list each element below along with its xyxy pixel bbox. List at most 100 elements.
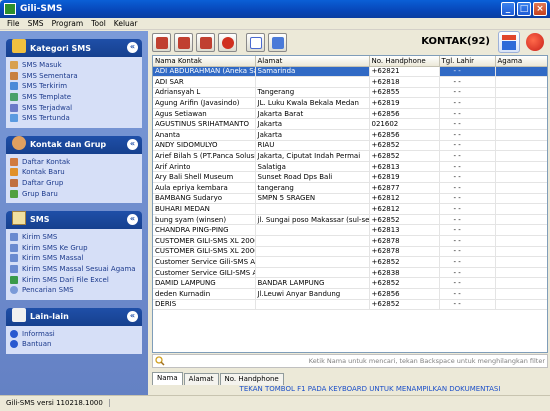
sidebar-item-grup-baru[interactable]: Grup Baru bbox=[10, 188, 138, 199]
sidebar-item-kirim-sms-massal[interactable]: Kirim SMS Massal bbox=[10, 253, 138, 264]
table-row[interactable]: CUSTOMER GILI-SMS XL 2000 +62878- - bbox=[153, 246, 547, 258]
status-icon[interactable] bbox=[526, 33, 544, 51]
cell-handphone: +62813 bbox=[369, 161, 440, 173]
search-icon bbox=[155, 356, 165, 366]
table-row[interactable]: Ary Bali Shell Museum Sunset Road Dps Bal… bbox=[153, 171, 547, 184]
cell-nama: Ary Bali Shell Museum bbox=[153, 171, 256, 184]
sidebar-item-sms-sementara[interactable]: SMS Sementara bbox=[10, 71, 138, 82]
menu-keluar[interactable]: Keluar bbox=[110, 19, 142, 28]
column-header-agama[interactable]: Agama bbox=[495, 56, 547, 67]
cell-agama bbox=[495, 150, 547, 162]
cell-alamat: tangerang bbox=[255, 182, 370, 194]
table-row[interactable]: Customer Service Gili-SMS AS +62852- - bbox=[153, 256, 547, 268]
menu-program[interactable]: Program bbox=[48, 19, 88, 28]
add-contact-button[interactable] bbox=[152, 33, 171, 52]
panel-header[interactable]: Kontak dan Grup « bbox=[6, 135, 142, 154]
cell-alamat: Salatiga bbox=[255, 161, 370, 173]
add-contact-icon bbox=[156, 37, 168, 49]
panel-header[interactable]: Lain-lain « bbox=[6, 307, 142, 326]
sidebar-item-sms-terkirim[interactable]: SMS Terkirim bbox=[10, 81, 138, 92]
cell-alamat: Tangerang bbox=[255, 87, 370, 99]
sidebar-item-sms-tertunda[interactable]: SMS Tertunda bbox=[10, 113, 138, 124]
sidebar-item-sms-terjadwal[interactable]: SMS Terjadwal bbox=[10, 102, 138, 113]
sidebar-item-pencarian-sms[interactable]: Pencarian SMS bbox=[10, 285, 138, 296]
column-header-tgl-lahir[interactable]: Tgl. Lahir bbox=[439, 56, 496, 67]
minimize-button[interactable]: _ bbox=[501, 2, 515, 16]
sidebar-item-kirim-sms-excel[interactable]: Kirim SMS Dari File Excel bbox=[10, 274, 138, 285]
sidebar-item-bantuan[interactable]: Bantuan bbox=[10, 339, 138, 350]
sidebar-item-daftar-grup[interactable]: Daftar Grup bbox=[10, 178, 138, 189]
column-header-alamat[interactable]: Alamat bbox=[255, 56, 370, 67]
column-header-nama[interactable]: Nama Kontak bbox=[153, 56, 256, 67]
tab-handphone[interactable]: No. Handphone bbox=[219, 373, 284, 385]
table-row[interactable]: CHANDRA PING-PING +62813- - bbox=[153, 224, 547, 236]
table-row[interactable]: BAMBANG Sudaryo SMPN 5 SRAGEN +62812- - bbox=[153, 193, 547, 205]
tab-nama[interactable]: Nama bbox=[152, 372, 183, 385]
panel-header[interactable]: SMS « bbox=[6, 210, 142, 229]
collapse-icon[interactable]: « bbox=[127, 138, 138, 150]
new-window-button[interactable] bbox=[246, 33, 265, 52]
sidebar-item-kontak-baru[interactable]: Kontak Baru bbox=[10, 167, 138, 178]
delete-contact-button[interactable] bbox=[196, 33, 215, 52]
cell-tgl-lahir: - - bbox=[439, 108, 496, 120]
maximize-button[interactable]: □ bbox=[517, 2, 531, 16]
sidebar-item-informasi[interactable]: Informasi bbox=[10, 329, 138, 340]
collapse-icon[interactable]: « bbox=[127, 42, 138, 53]
sidebar-item-kirim-sms-ke-grup[interactable]: Kirim SMS Ke Grup bbox=[10, 243, 138, 254]
close-button[interactable]: × bbox=[533, 2, 547, 16]
table-row[interactable]: ANDY SIDOMULYO RIAU +62852- - bbox=[153, 140, 547, 152]
table-row[interactable]: AGUSTINUS SRIHATMANTO Jakarta 021602- - bbox=[153, 118, 547, 131]
column-header-handphone[interactable]: No. Handphone bbox=[369, 56, 440, 67]
collapse-icon[interactable]: « bbox=[127, 213, 138, 225]
cell-nama: BUHARI MEDAN bbox=[153, 203, 256, 215]
sidebar-item-daftar-kontak[interactable]: Daftar Kontak bbox=[10, 157, 138, 168]
menu-sms[interactable]: SMS bbox=[24, 19, 48, 28]
table-row[interactable]: DAMID LAMPUNG BANDAR LAMPUNG +62852- - bbox=[153, 277, 547, 289]
table-row[interactable]: Agus Setiawan Jakarta Barat +62856- - bbox=[153, 108, 547, 120]
table-row[interactable]: Arief Bilah S (PT.Panca Solusi Jakarta, C… bbox=[153, 150, 547, 162]
cell-nama: Customer Service Gili-SMS AS bbox=[153, 256, 256, 268]
toolbar: KONTAK(92) bbox=[150, 31, 550, 55]
cell-tgl-lahir: - - bbox=[439, 171, 496, 184]
table-row[interactable]: BUHARI MEDAN +62812- - bbox=[153, 203, 547, 215]
main-area: KONTAK(92) Nama Kontak Alamat No. Handph… bbox=[150, 31, 550, 395]
table-row[interactable]: Customer Service GILI-SMS A +62838- - bbox=[153, 267, 547, 279]
panel-title: Kontak dan Grup bbox=[30, 140, 107, 150]
sidebar-item-sms-masuk[interactable]: SMS Masuk bbox=[10, 60, 138, 71]
cell-handphone: +62856 bbox=[369, 129, 440, 141]
contacts-book-icon[interactable] bbox=[498, 31, 520, 53]
collapse-icon[interactable]: « bbox=[127, 310, 138, 322]
cell-alamat: SMPN 5 SRAGEN bbox=[255, 193, 370, 205]
cell-nama: CUSTOMER GILI-SMS XL 2000 bbox=[153, 235, 256, 247]
excel-icon bbox=[10, 275, 18, 284]
sidebar-item-kirim-sms[interactable]: Kirim SMS bbox=[10, 232, 138, 243]
sidebar-item-kirim-sms-massal-agama[interactable]: Kirim SMS Massal Sesuai Agama bbox=[10, 264, 138, 275]
table-row[interactable]: ADI SAR +62818- - bbox=[153, 76, 547, 88]
table-row[interactable]: ADI ABDURAHMAN (Aneka Sa Samarinda +62821-… bbox=[153, 66, 547, 78]
table-row[interactable]: Ananta Jakarta +62856- - bbox=[153, 129, 547, 141]
block-icon bbox=[222, 37, 234, 49]
export-button[interactable] bbox=[268, 33, 287, 52]
edit-contact-button[interactable] bbox=[174, 33, 193, 52]
cell-tgl-lahir: - - bbox=[439, 97, 496, 109]
table-row[interactable]: DERIS +62852- - bbox=[153, 299, 547, 311]
table-row[interactable]: deden Kurnadin Jl.Leuwi Anyar Bandung +628… bbox=[153, 288, 547, 300]
table-row[interactable]: Agung Arifin (Javasindo) JL. Luku Kwala B… bbox=[153, 97, 547, 109]
table-row[interactable]: Aula epriya kembara tangerang +62877- - bbox=[153, 182, 547, 194]
table-row[interactable]: Adriansyah L Tangerang +62855- - bbox=[153, 87, 547, 99]
sms-category-icon bbox=[12, 39, 26, 53]
table-row[interactable]: Arif Arinto Salatiga +62813- - bbox=[153, 161, 547, 173]
table-row[interactable]: bung syam (winsen) jl. Sungai poso Makass… bbox=[153, 214, 547, 226]
sidebar-item-sms-template[interactable]: SMS Template bbox=[10, 92, 138, 103]
block-contact-button[interactable] bbox=[218, 33, 237, 52]
panel-header[interactable]: Kategori SMS « bbox=[6, 39, 142, 57]
menu-tool[interactable]: Tool bbox=[87, 19, 110, 28]
menu-file[interactable]: File bbox=[3, 19, 24, 28]
search-bar[interactable]: Ketik Nama untuk mencari, tekan Backspac… bbox=[152, 354, 548, 368]
table-row[interactable]: CUSTOMER GILI-SMS XL 2000 +62878- - bbox=[153, 235, 547, 247]
cell-handphone: +62852 bbox=[369, 277, 440, 289]
panel-kategori-sms: Kategori SMS « SMS Masuk SMS Sementara S… bbox=[6, 39, 142, 128]
cell-tgl-lahir: - - bbox=[439, 277, 496, 289]
tab-alamat[interactable]: Alamat bbox=[183, 373, 219, 385]
template-icon bbox=[10, 93, 18, 102]
